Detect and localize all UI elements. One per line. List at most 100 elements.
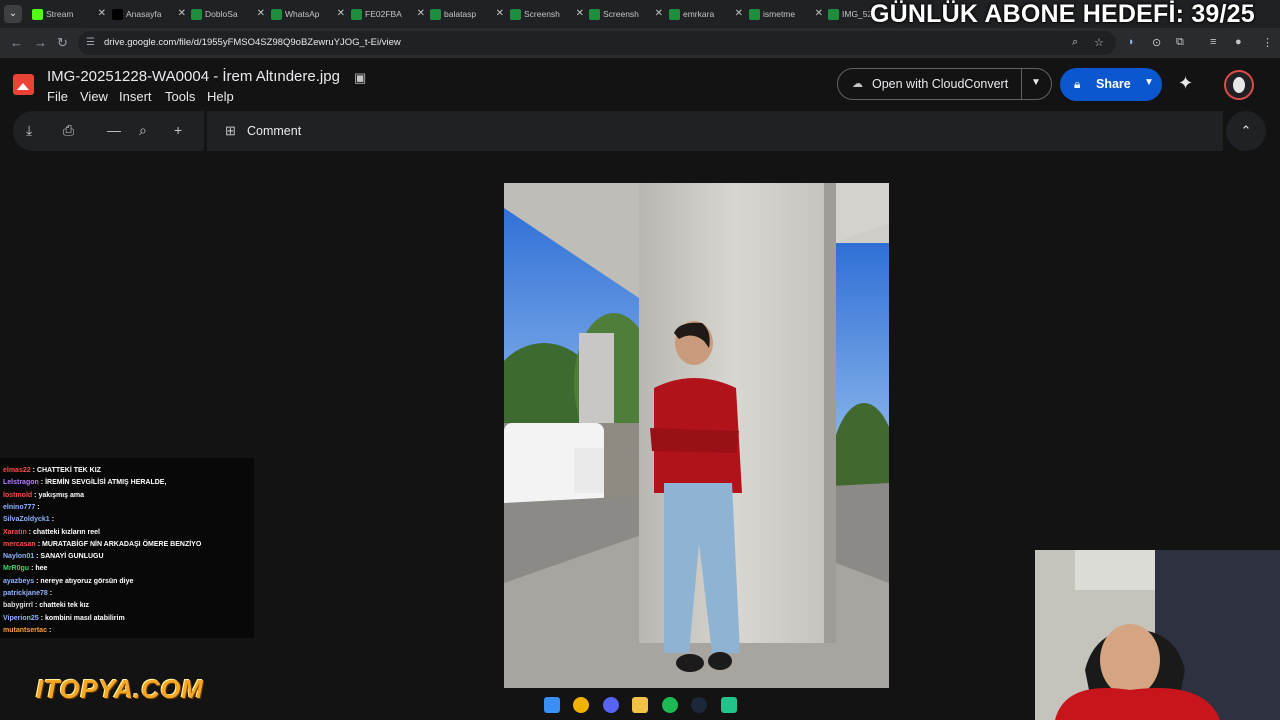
avatar[interactable] xyxy=(1224,70,1254,100)
chevron-down-icon[interactable]: ▼ xyxy=(1144,77,1154,88)
webcam-overlay xyxy=(1035,550,1280,720)
address-bar[interactable]: ☰ drive.google.com/file/d/1955yFMSO4SZ98… xyxy=(78,31,1116,55)
site-info-icon[interactable]: ☰ xyxy=(86,37,95,48)
tab-close-icon[interactable]: ✕ xyxy=(735,8,743,19)
browser-menu-icon[interactable]: ⋮ xyxy=(1262,36,1273,49)
chat-username: patrickjane78 xyxy=(3,590,48,597)
browser-tab[interactable]: balatasp ✕ xyxy=(428,4,506,26)
chat-message: Viperion25: kombini masıl atabilirim xyxy=(3,615,125,622)
app-icon[interactable] xyxy=(721,697,737,713)
stream-chat-overlay: elmas22: CHATTEKİ TEK KIZ Lelstragon: İRE… xyxy=(0,458,254,638)
chat-message: Naylon01: SANAYİ GUNLUGU xyxy=(3,553,104,560)
chevron-down-icon[interactable]: ▼ xyxy=(1031,77,1041,88)
share-label: Share xyxy=(1096,77,1131,91)
chat-text: yakışmış ama xyxy=(38,491,84,499)
zoom-icon[interactable]: ⌕ xyxy=(1072,36,1078,49)
chat-username: mercasan xyxy=(3,540,36,548)
zoom-in-icon[interactable]: + xyxy=(174,122,182,138)
browser-tab[interactable]: Screensh ✕ xyxy=(508,4,586,26)
spotify-icon[interactable] xyxy=(662,697,678,713)
tab-favicon-icon xyxy=(271,9,282,20)
chat-message: MrR0gu: hee xyxy=(3,565,47,572)
profile-icon[interactable]: ● xyxy=(1235,36,1242,48)
image-preview[interactable] xyxy=(504,183,889,688)
chat-username: elnino777 xyxy=(3,503,36,511)
bookmark-star-icon[interactable]: ☆ xyxy=(1094,36,1104,49)
steam-icon[interactable] xyxy=(691,697,707,713)
comment-button[interactable]: Comment xyxy=(247,124,301,138)
tab-close-icon[interactable]: ✕ xyxy=(337,8,345,19)
add-comment-icon[interactable]: ⊞ xyxy=(225,123,236,139)
reload-icon[interactable]: ↻ xyxy=(57,35,68,51)
browser-tab[interactable]: FE02FBA ✕ xyxy=(349,4,427,26)
url-text[interactable]: drive.google.com/file/d/1955yFMSO4SZ98Q9… xyxy=(104,37,401,48)
tab-close-icon[interactable]: ✕ xyxy=(655,8,663,19)
gemini-sparkle-icon[interactable]: ✦ xyxy=(1178,73,1193,94)
chat-text: SANAYİ GUNLUGU xyxy=(40,553,104,561)
chat-message: babygirrl: chatteki tek kız xyxy=(3,602,89,609)
browser-tab[interactable]: emrkara ✕ xyxy=(667,4,745,26)
chat-username: babygirrl xyxy=(3,602,33,610)
menu-tools[interactable]: Tools xyxy=(165,89,195,104)
print-icon[interactable]: ⎙ xyxy=(63,122,74,139)
share-button[interactable]: 🔒︎ Share ▼ xyxy=(1060,68,1162,101)
chat-message: ayazbeys: nereye atıyoruz görsün diye xyxy=(3,578,133,585)
zoom-icon[interactable]: ⌕ xyxy=(139,122,147,139)
browser-tab[interactable]: WhatsAp ✕ xyxy=(269,4,347,26)
cloudconvert-icon: ☁ xyxy=(852,78,863,90)
tab-close-icon[interactable]: ✕ xyxy=(815,8,823,19)
browser-tab[interactable]: DobloSa ✕ xyxy=(189,4,267,26)
tab-close-icon[interactable]: ✕ xyxy=(496,8,504,19)
extension-icon[interactable]: ⊙ xyxy=(1152,36,1161,49)
tab-close-icon[interactable]: ✕ xyxy=(576,8,584,19)
extensions-puzzle-icon[interactable]: ⧉ xyxy=(1176,36,1184,49)
tab-label: Anasayfa xyxy=(126,9,162,19)
tab-favicon-icon xyxy=(32,9,43,20)
menu-help[interactable]: Help xyxy=(207,89,234,104)
chat-text: CHATTEKİ TEK KIZ xyxy=(36,467,101,474)
chat-message: elnino777: xyxy=(3,504,40,511)
chat-username: Lelstragon xyxy=(3,479,39,487)
forward-icon[interactable]: → xyxy=(34,35,47,50)
tab-search-icon[interactable]: ⌄ xyxy=(4,5,22,23)
file-explorer-icon[interactable] xyxy=(632,697,648,713)
download-icon[interactable]: ⤓ xyxy=(26,122,32,139)
chat-message: elmas22: CHATTEKİ TEK KIZ xyxy=(3,467,101,474)
zoom-out-icon[interactable]: — xyxy=(107,122,121,138)
chat-text: nereye atıyoruz görsün diye xyxy=(40,577,134,585)
chrome-icon[interactable] xyxy=(573,697,589,713)
discord-icon[interactable] xyxy=(603,697,619,713)
image-file-icon xyxy=(13,74,34,95)
menu-insert[interactable]: Insert xyxy=(119,89,152,104)
reading-list-icon[interactable]: ≡ xyxy=(1210,36,1216,48)
chat-message: patrickjane78: xyxy=(3,590,52,597)
chat-username: Naylon01 xyxy=(3,553,35,561)
start-icon[interactable] xyxy=(544,697,560,713)
tab-close-icon[interactable]: ✕ xyxy=(98,8,106,19)
tab-close-icon[interactable]: ✕ xyxy=(417,8,425,19)
open-with-button[interactable]: ☁ Open with CloudConvert ▼ xyxy=(837,68,1052,100)
move-to-folder-icon[interactable]: ▣ xyxy=(354,70,366,86)
tab-label: FE02FBA xyxy=(365,9,402,19)
browser-tab[interactable]: Stream ✕ xyxy=(30,4,108,26)
tab-label: Stream xyxy=(46,9,74,19)
browser-tab[interactable]: ismetme ✕ xyxy=(747,4,825,26)
collapse-toolbar-icon[interactable]: ⌃ xyxy=(1226,111,1266,151)
menu-view[interactable]: View xyxy=(80,89,108,104)
browser-tab[interactable]: Screensh ✕ xyxy=(587,4,665,26)
browser-tab[interactable]: Anasayfa ✕ xyxy=(110,4,188,26)
comment-toolbar: ⊞ Comment xyxy=(207,111,1223,151)
windows-taskbar xyxy=(530,690,750,720)
chat-separator: : xyxy=(48,626,52,634)
chat-username: ayazbeys xyxy=(3,577,35,585)
chat-message: Xaratın: chatteki kızların reel xyxy=(3,529,100,536)
chat-text: MURATABİGF NİN ARKADAŞI ÖMERE BENZİYO xyxy=(41,540,202,548)
menu-file[interactable]: File xyxy=(47,89,68,104)
chat-username: Viperion25 xyxy=(3,614,39,622)
chat-separator: : xyxy=(49,590,53,597)
back-icon[interactable]: ← xyxy=(10,35,23,50)
tab-close-icon[interactable]: ✕ xyxy=(178,8,186,19)
chat-text: hee xyxy=(35,565,48,573)
extension-icon[interactable]: ◗ xyxy=(1128,36,1135,48)
tab-close-icon[interactable]: ✕ xyxy=(257,8,265,19)
